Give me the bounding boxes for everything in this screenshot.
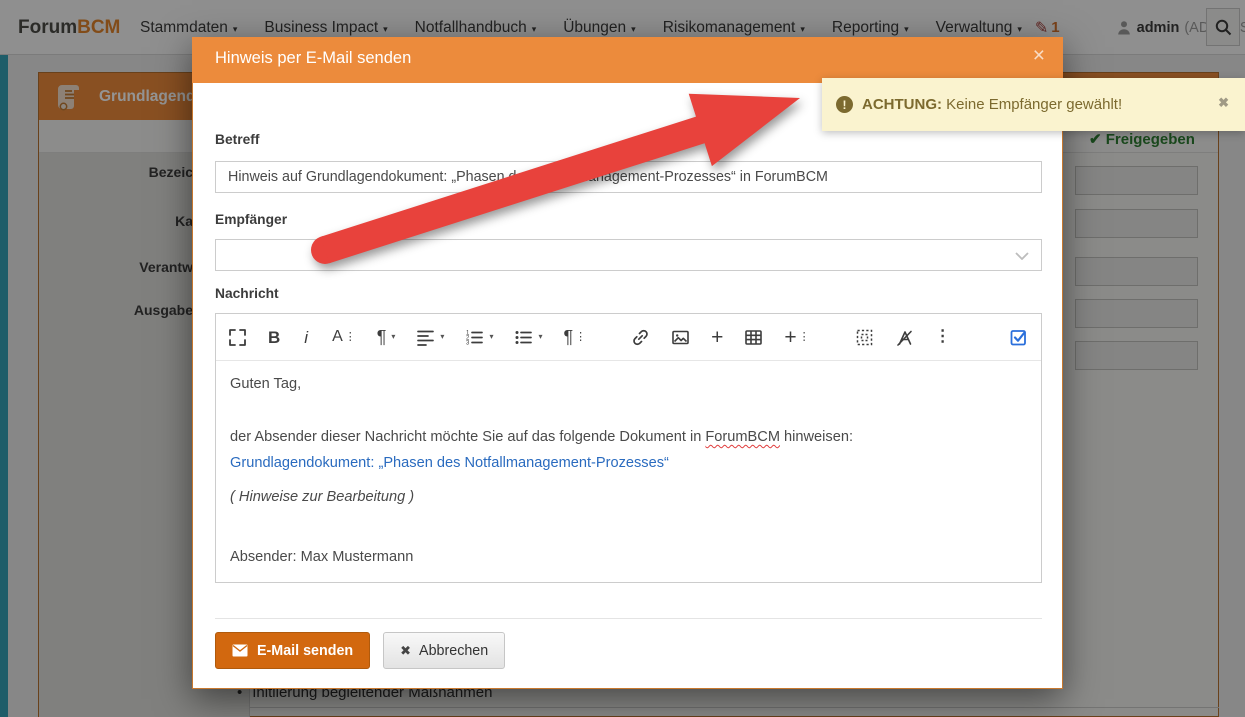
clear-formatting-icon[interactable] <box>895 328 914 347</box>
app-root: ForumBCM Stammdaten▾ Business Impact▾ No… <box>0 0 1245 717</box>
empfaenger-label: Empfänger <box>215 212 287 227</box>
bold-icon[interactable]: B <box>268 329 280 346</box>
spellcheck-word: ForumBCM <box>705 429 780 445</box>
rich-text-editor: B i A⋮ ¶▾ ▾ 123▾ ▾ ¶⋮ + +⋮ ⋮ Guten Tag, <box>215 313 1042 583</box>
insert-link-icon[interactable] <box>631 328 650 347</box>
betreff-label: Betreff <box>215 132 259 147</box>
paragraph-style-icon[interactable]: ¶⋮ <box>563 328 586 346</box>
chevron-down-icon <box>1015 252 1029 260</box>
dialog-title: Hinweis per E-Mail senden <box>215 49 411 68</box>
document-link-line: Grundlagendokument: „Phasen des Notfallm… <box>230 453 1027 473</box>
ordered-list-icon[interactable]: 123▾ <box>465 328 493 347</box>
insert-table-icon[interactable] <box>744 328 763 347</box>
italic-icon[interactable]: i <box>301 329 311 346</box>
betreff-input[interactable] <box>215 161 1042 193</box>
more-options-icon[interactable]: ⋮ <box>935 329 951 345</box>
select-all-icon[interactable] <box>855 328 874 347</box>
send-email-button[interactable]: E-Mail senden <box>215 632 370 669</box>
close-icon[interactable]: × <box>1033 45 1045 66</box>
align-left-icon[interactable]: ▾ <box>416 328 444 347</box>
message-greeting: Guten Tag, <box>230 374 1027 394</box>
cancel-button[interactable]: ✖ Abbrechen <box>383 632 505 669</box>
message-body-line: der Absender dieser Nachricht möchte Sie… <box>230 427 1027 447</box>
insert-plus-icon[interactable]: + <box>711 327 723 348</box>
warning-toast: ! ACHTUNG: Keine Empfänger gewählt! ✖ <box>822 78 1245 131</box>
dialog-header: Hinweis per E-Mail senden × <box>192 37 1063 83</box>
empfaenger-select[interactable] <box>215 239 1042 271</box>
message-body-editable[interactable]: Guten Tag, der Absender dieser Nachricht… <box>216 361 1041 583</box>
message-note: ( Hinweise zur Bearbeitung ) <box>230 487 1027 507</box>
cancel-x-icon: ✖ <box>400 643 411 659</box>
message-sender: Absender: Max Mustermann <box>230 547 1027 567</box>
envelope-icon <box>232 644 248 657</box>
unordered-list-icon[interactable]: ▾ <box>514 328 542 347</box>
insert-image-icon[interactable] <box>671 328 690 347</box>
dialog-footer: E-Mail senden ✖ Abbrechen <box>215 632 505 669</box>
svg-text:3: 3 <box>466 340 470 346</box>
toast-close-icon[interactable]: ✖ <box>1218 95 1229 111</box>
toast-message: ACHTUNG: Keine Empfänger gewählt! <box>862 96 1122 113</box>
email-dialog: Hinweis per E-Mail senden × Betreff Empf… <box>192 37 1063 689</box>
footer-divider <box>215 618 1042 619</box>
document-link[interactable]: Grundlagendokument: „Phasen des Notfallm… <box>230 455 669 471</box>
editor-toolbar: B i A⋮ ¶▾ ▾ 123▾ ▾ ¶⋮ + +⋮ ⋮ <box>216 314 1041 361</box>
code-view-checkbox[interactable] <box>1010 328 1029 347</box>
nachricht-label: Nachricht <box>215 286 279 301</box>
insert-table-plus-icon[interactable]: +⋮ <box>784 327 809 348</box>
fullscreen-icon[interactable] <box>228 328 247 347</box>
paragraph-format-icon[interactable]: ¶▾ <box>377 328 396 346</box>
text-color-icon[interactable]: A⋮ <box>332 329 356 345</box>
warning-icon: ! <box>836 96 853 113</box>
